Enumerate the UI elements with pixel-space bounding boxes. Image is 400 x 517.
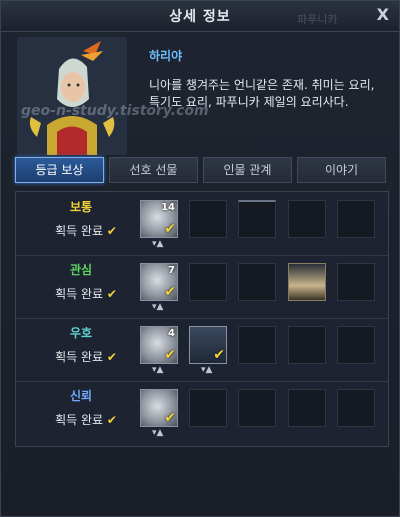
title-bar[interactable]: 파푸니카 상세 정보 X	[1, 1, 399, 32]
reward-row: 우호 획득 완료 ✔ 4 ✔ ▾▲ ✔ ▾▲	[16, 318, 388, 382]
acquired-check-icon: ✔	[164, 347, 176, 363]
tab-relationships[interactable]: 인물 관계	[203, 157, 292, 183]
reward-slot-1[interactable]: ✔	[140, 389, 178, 427]
reward-slot-4[interactable]	[288, 263, 326, 301]
tier-label: 보통	[69, 200, 93, 214]
check-icon: ✔	[106, 350, 117, 364]
reward-slot-3[interactable]	[238, 326, 276, 364]
reward-slot-2[interactable]: ✔	[189, 326, 227, 364]
reward-slot-5[interactable]	[337, 263, 375, 301]
acquired-check-icon: ✔	[164, 410, 176, 426]
reward-slot-5[interactable]	[337, 389, 375, 427]
reward-slot-3[interactable]	[238, 200, 276, 238]
status-text: 획득 완료 ✔	[55, 350, 117, 364]
status-text: 획득 완료 ✔	[55, 224, 117, 238]
reward-grid: 보통 획득 완료 ✔ 14 ✔ ▾▲ 관심 획득 완료 ✔ 7 ✔ ▾▲ 우호 …	[15, 191, 389, 447]
tab-story[interactable]: 이야기	[297, 157, 386, 183]
reward-slot-1[interactable]: 4 ✔	[140, 326, 178, 364]
expand-chevron-icon[interactable]: ▾▲	[152, 239, 163, 249]
expand-chevron-icon[interactable]: ▾▲	[201, 365, 212, 375]
reward-slot-5[interactable]	[337, 200, 375, 238]
reward-slot-4[interactable]	[288, 200, 326, 238]
check-icon: ✔	[106, 413, 117, 427]
reward-slot-3[interactable]	[238, 389, 276, 427]
watermark: geo-n-study.tistory.com	[21, 103, 209, 119]
expand-chevron-icon[interactable]: ▾▲	[152, 302, 163, 312]
item-count: 14	[161, 202, 175, 213]
npc-portrait	[17, 37, 127, 155]
tab-tier-rewards[interactable]: 등급 보상	[15, 157, 104, 183]
item-count: 7	[168, 265, 175, 276]
reward-row: 관심 획득 완료 ✔ 7 ✔ ▾▲	[16, 255, 388, 319]
detail-window: 파푸니카 상세 정보 X 하리야 니아를 챙겨주는 언니같은 존재. 취미는 요…	[0, 0, 400, 517]
check-icon: ✔	[106, 287, 117, 301]
reward-slot-3[interactable]	[238, 263, 276, 301]
check-icon: ✔	[106, 224, 117, 238]
reward-row: 신뢰 획득 완료 ✔ ✔ ▾▲	[16, 381, 388, 444]
expand-chevron-icon[interactable]: ▾▲	[152, 428, 163, 438]
tab-preferred-gifts[interactable]: 선호 선물	[109, 157, 198, 183]
acquired-check-icon: ✔	[164, 221, 176, 237]
reward-slot-2[interactable]	[189, 200, 227, 238]
reward-slot-2[interactable]	[189, 263, 227, 301]
reward-row: 보통 획득 완료 ✔ 14 ✔ ▾▲	[16, 192, 388, 256]
tier-label: 우호	[69, 326, 93, 340]
acquired-check-icon: ✔	[213, 347, 225, 363]
item-count: 4	[168, 328, 175, 339]
reward-slot-1[interactable]: 7 ✔	[140, 263, 178, 301]
close-button[interactable]: X	[377, 5, 389, 24]
npc-name: 하리야	[149, 49, 183, 63]
reward-slot-4[interactable]	[288, 326, 326, 364]
tab-bar: 등급 보상 선호 선물 인물 관계 이야기	[15, 157, 387, 183]
expand-chevron-icon[interactable]: ▾▲	[152, 365, 163, 375]
status-text: 획득 완료 ✔	[55, 287, 117, 301]
reward-slot-4[interactable]	[288, 389, 326, 427]
reward-slot-5[interactable]	[337, 326, 375, 364]
window-title: 상세 정보	[169, 9, 231, 25]
tier-label: 신뢰	[69, 389, 93, 403]
reward-slot-2[interactable]	[189, 389, 227, 427]
reward-slot-1[interactable]: 14 ✔	[140, 200, 178, 238]
status-text: 획득 완료 ✔	[55, 413, 117, 427]
tier-label: 관심	[69, 263, 93, 277]
acquired-check-icon: ✔	[164, 284, 176, 300]
